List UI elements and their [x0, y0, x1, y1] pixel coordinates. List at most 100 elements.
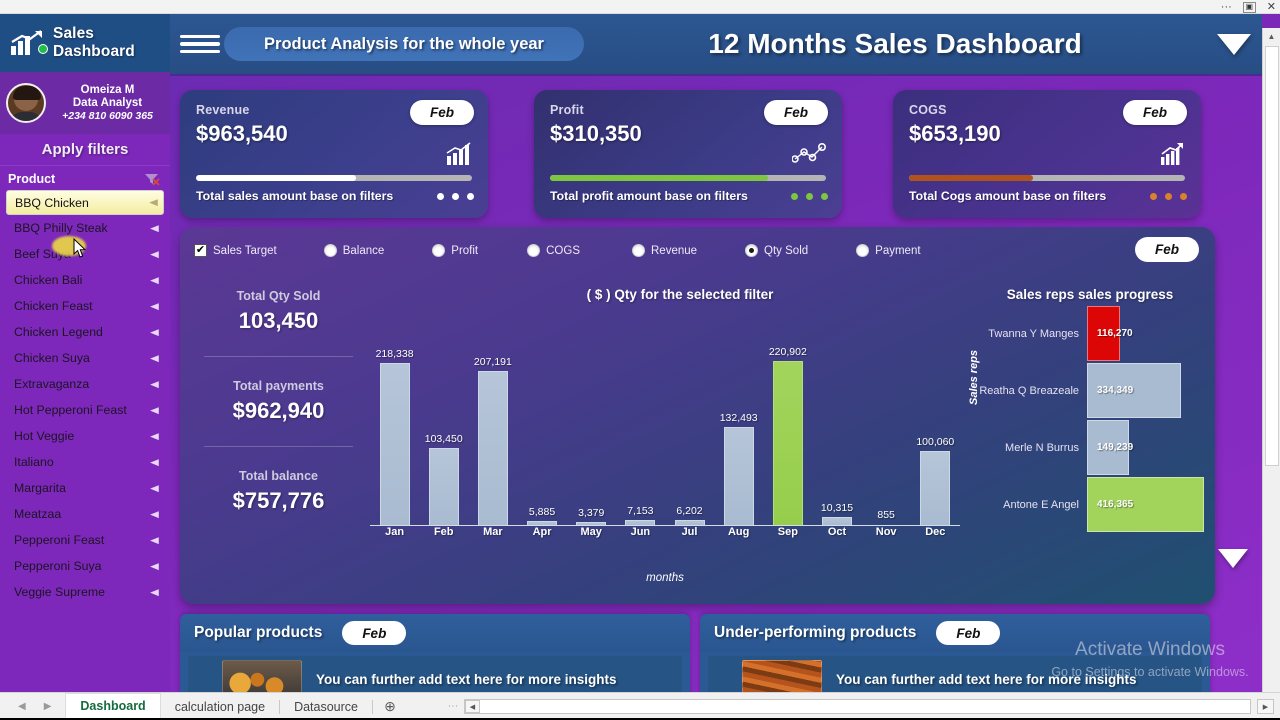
list-item[interactable]: Hot Veggie ◀ [6, 423, 164, 449]
radio-icon[interactable] [856, 244, 870, 257]
chart-bar[interactable]: 5,885 [520, 318, 564, 525]
list-item[interactable]: BBQ Chicken ◀ [6, 190, 164, 215]
chart-bar[interactable]: 6,202 [668, 318, 712, 525]
vertical-scrollbar[interactable]: ▲ [1262, 28, 1280, 692]
sales-reps-chart[interactable]: Sales reps sales progress Sales reps Twa… [968, 287, 1205, 587]
chart-bar[interactable]: 132,493 [717, 318, 761, 525]
chart-bar-rect[interactable] [723, 427, 754, 525]
kpi-month-pill[interactable]: Feb [410, 100, 474, 125]
scroll-right-icon[interactable]: ▶ [1257, 699, 1274, 714]
chevron-down-icon[interactable] [1206, 33, 1262, 55]
chart-bar-rect[interactable] [576, 522, 607, 525]
chart-bar-rect[interactable] [379, 363, 410, 525]
scroll-left-icon[interactable]: ◀ [465, 700, 480, 713]
resize-handle[interactable]: ⋮ [447, 701, 458, 712]
list-item[interactable]: Pepperoni Feast ◀ [6, 527, 164, 553]
list-item[interactable]: Veggie Supreme ◀ [6, 579, 164, 605]
panel-row[interactable]: You can further add text here for more i… [708, 656, 1202, 692]
bar-chart-icon [446, 142, 472, 171]
list-item[interactable]: Chicken Legend ◀ [6, 319, 164, 345]
chart-bar[interactable]: 7,153 [618, 318, 662, 525]
close-window-icon[interactable]: ✕ [1267, 1, 1276, 13]
chart-bar-rect[interactable] [477, 371, 508, 525]
chart-bar[interactable]: 100,060 [913, 318, 957, 525]
radio-icon[interactable] [432, 244, 446, 257]
sheet-tab-calculation-page[interactable]: calculation page [161, 693, 279, 720]
radio-icon[interactable] [323, 244, 337, 257]
hamburger-menu-icon[interactable] [180, 34, 220, 54]
chart-bar-rect[interactable] [527, 521, 558, 525]
sales-rep-bar[interactable]: 149,239 [1087, 420, 1133, 475]
filter-option-revenue[interactable]: Revenue [632, 244, 697, 257]
chart-bar-rect[interactable] [428, 448, 459, 525]
filter-option-profit[interactable]: Profit [432, 244, 478, 257]
chart-bar-rect[interactable] [920, 451, 951, 525]
list-item[interactable]: Chicken Suya ◀ [6, 345, 164, 371]
chart-bar-rect[interactable] [674, 520, 705, 525]
chevron-down-icon-bottom[interactable] [1218, 549, 1248, 568]
list-item[interactable]: Italiano ◀ [6, 449, 164, 475]
stat-label: Total Qty Sold [236, 289, 321, 303]
chart-bar[interactable]: 3,379 [569, 318, 613, 525]
list-item[interactable]: Meatzaa ◀ [6, 501, 164, 527]
monthly-qty-bar-chart[interactable]: 218,338 103,450 207,191 5,885 3,379 7,153 6,20… [370, 312, 960, 552]
filter-option-payment[interactable]: Payment [856, 244, 921, 257]
checkbox-checked-icon[interactable]: ✔ [194, 244, 207, 257]
radio-selected-icon[interactable] [745, 244, 759, 257]
chart-bar[interactable]: 220,902 [766, 318, 810, 525]
radio-icon[interactable] [527, 244, 541, 257]
restore-window-icon[interactable]: ▣ [1242, 1, 1256, 13]
kpi-month-pill[interactable]: Feb [1123, 100, 1187, 125]
filter-option-balance[interactable]: Balance [323, 244, 384, 257]
chart-bar[interactable]: 10,315 [815, 318, 859, 525]
radio-icon[interactable] [632, 244, 645, 257]
list-item[interactable]: Margarita ◀ [6, 475, 164, 501]
kpi-card-profit[interactable]: Profit $310,350 Feb Total profit amount … [534, 90, 842, 218]
list-item[interactable]: Chicken Bali ◀ [6, 267, 164, 293]
sheet-nav-arrows[interactable]: ◀ ▶ [0, 701, 65, 712]
clear-filter-icon[interactable] [144, 172, 160, 186]
panel-month-pill[interactable]: Feb [342, 621, 407, 645]
kpi-card-cogs[interactable]: COGS $653,190 Feb Total Cogs amount base… [893, 90, 1201, 218]
scrollbar-track[interactable] [480, 700, 1250, 713]
chart-bar-rect[interactable] [772, 361, 803, 525]
sheet-tabs[interactable]: Dashboard calculation page Datasource ⊕ [65, 692, 407, 720]
list-item[interactable]: Chicken Feast ◀ [6, 293, 164, 319]
filter-option-sales-target[interactable]: ✔ Sales Target [194, 244, 277, 257]
kpi-card-revenue[interactable]: Revenue $963,540 Feb Total sales amount … [180, 90, 488, 218]
chart-bar[interactable]: 855 [864, 318, 908, 525]
scrollbar-thumb[interactable] [1265, 46, 1279, 466]
list-item[interactable]: Extravaganza ◀ [6, 371, 164, 397]
chart-bar[interactable]: 207,191 [471, 318, 515, 525]
plus-circle-icon[interactable]: ⊕ [373, 693, 407, 720]
kpi-month-pill[interactable]: Feb [764, 100, 828, 125]
horizontal-scroll-area[interactable]: ⋮ ◀ ▶ [407, 699, 1280, 714]
chart-bar-rect[interactable] [625, 520, 656, 525]
chart-bar[interactable]: 103,450 [422, 318, 466, 525]
chart-bar[interactable]: 218,338 [373, 318, 417, 525]
sales-rep-row[interactable]: Reatha Q Breazeale 334,349 [975, 363, 1205, 418]
sales-rep-row[interactable]: Antone E Angel 416,365 [975, 477, 1205, 532]
sales-rep-bar[interactable]: 416,365 [1087, 477, 1204, 532]
sales-rep-bar[interactable]: 116,270 [1087, 306, 1133, 361]
chart-bar-rect[interactable] [821, 517, 852, 525]
filter-option-cogs[interactable]: COGS [527, 244, 580, 257]
chevron-left-icon[interactable]: ◀ [18, 701, 26, 712]
panel-row[interactable]: You can further add text here for more i… [188, 656, 682, 692]
sales-rep-row[interactable]: Twanna Y Manges 116,270 [975, 306, 1205, 361]
panel-month-pill[interactable]: Feb [936, 621, 1001, 645]
chart-bar-rect[interactable] [871, 524, 901, 525]
sales-rep-bar[interactable]: 334,349 [1087, 363, 1181, 418]
scroll-up-icon[interactable]: ▲ [1263, 28, 1280, 45]
sheet-tab-datasource[interactable]: Datasource [280, 693, 372, 720]
list-item[interactable]: Hot Pepperoni Feast ◀ [6, 397, 164, 423]
sales-rep-row[interactable]: Merle N Burrus 149,239 [975, 420, 1205, 475]
chevron-right-icon[interactable]: ▶ [44, 701, 52, 712]
panel-month-pill[interactable]: Feb [1135, 237, 1199, 262]
list-item[interactable]: Pepperoni Suya ◀ [6, 553, 164, 579]
sheet-tab-dashboard[interactable]: Dashboard [65, 692, 161, 720]
filter-option-qty-sold[interactable]: Qty Sold [745, 244, 808, 257]
horizontal-scrollbar[interactable]: ◀ [464, 699, 1251, 714]
more-options-icon[interactable]: ··· [1221, 1, 1232, 13]
page-subtitle-pill[interactable]: Product Analysis for the whole year [224, 27, 584, 61]
